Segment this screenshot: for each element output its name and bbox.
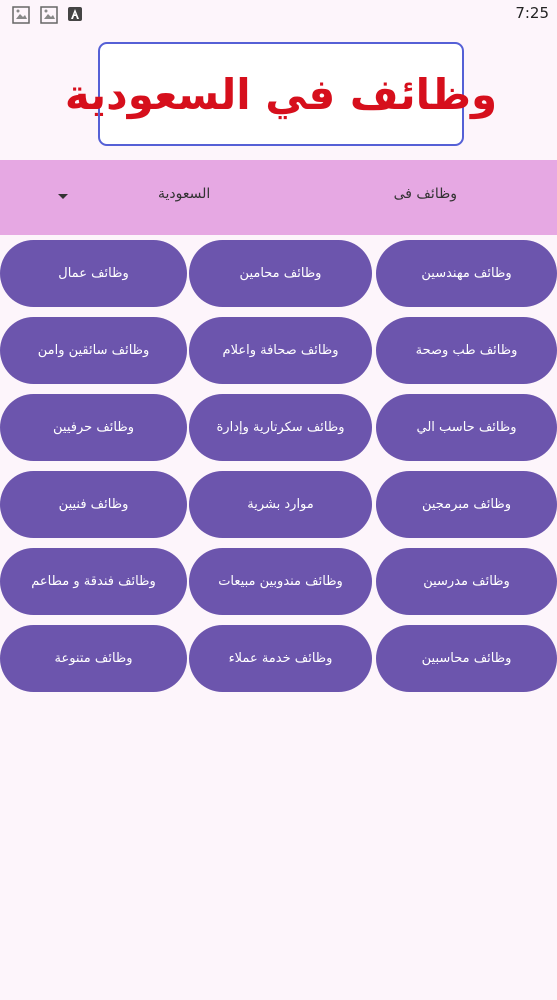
job-category-button[interactable]: وظائف فندقة و مطاعم [0,548,187,615]
dropdown-arrow-icon [58,194,68,199]
status-bar: 7:25 [0,0,557,30]
logo-title: وظائف في السعودية [64,69,498,119]
filter-bar: وظائف فى السعودية [0,160,557,235]
job-category-button[interactable]: وظائف مدرسين [376,548,557,615]
job-category-button[interactable]: وظائف متنوعة [0,625,187,692]
job-category-button[interactable]: وظائف فنيين [0,471,187,538]
job-category-button[interactable]: وظائف مهندسين [376,240,557,307]
job-category-button[interactable]: وظائف سكرتارية وإدارة [189,394,372,461]
app-logo: وظائف في السعودية [65,42,497,146]
country-selected-value: السعودية [158,186,211,202]
job-category-button[interactable]: وظائف مندوبين مبيعات [189,548,372,615]
job-category-button[interactable]: وظائف صحافة واعلام [189,317,372,384]
job-category-button[interactable]: وظائف محاسبين [376,625,557,692]
job-category-button[interactable]: وظائف محامين [189,240,372,307]
job-category-button[interactable]: وظائف مبرمجين [376,471,557,538]
filter-label: وظائف فى [393,186,457,202]
job-category-button[interactable]: وظائف حرفيين [0,394,187,461]
job-category-button[interactable]: وظائف خدمة عملاء [189,625,372,692]
job-category-button[interactable]: موارد بشرية [189,471,372,538]
clock: 7:25 [515,4,549,22]
job-category-button[interactable]: وظائف حاسب الي [376,394,557,461]
job-category-button[interactable]: وظائف سائقين وامن [0,317,187,384]
image-notification-icon [12,6,30,24]
country-dropdown[interactable]: السعودية [50,178,250,216]
image-notification-icon [40,6,58,24]
job-category-button[interactable]: وظائف طب وصحة [376,317,557,384]
accessibility-icon [68,7,82,21]
job-category-button[interactable]: وظائف عمال [0,240,187,307]
